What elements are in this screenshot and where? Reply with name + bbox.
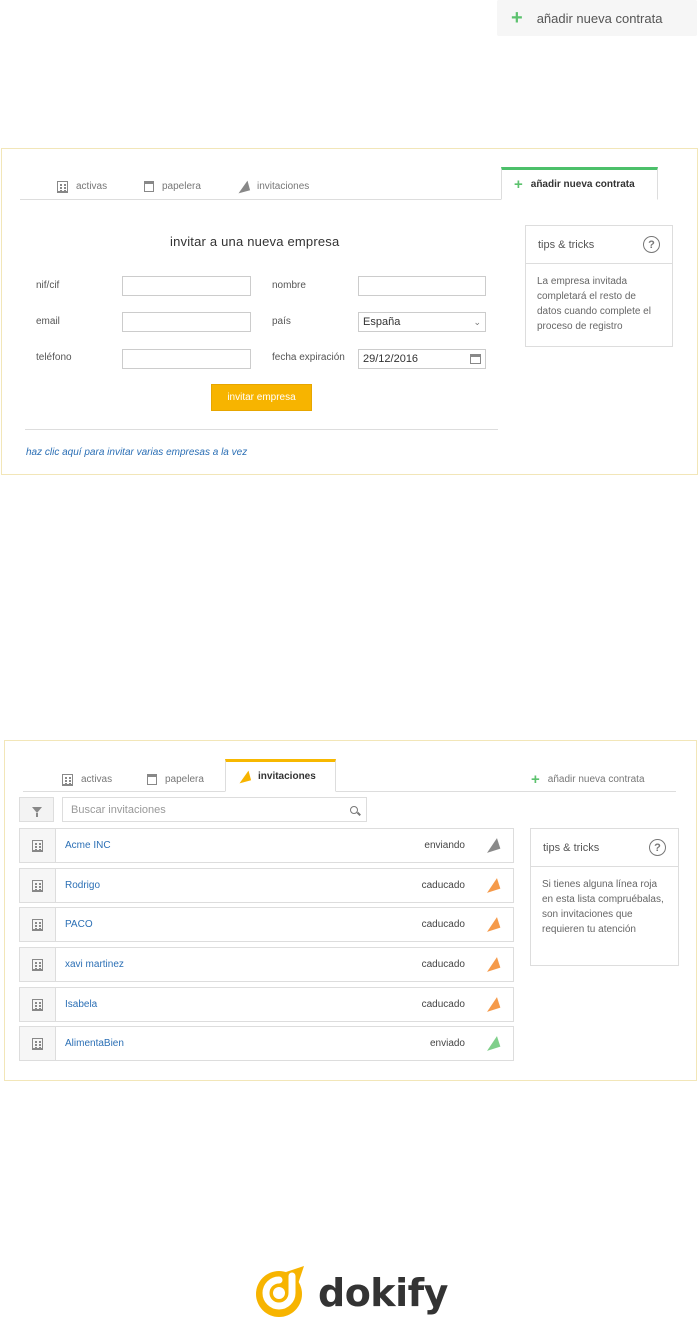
plus-icon: +	[531, 771, 540, 788]
trash-icon	[144, 181, 154, 192]
telefono-label: teléfono	[36, 352, 72, 363]
invitation-row[interactable]: AlimentaBien enviado	[19, 1026, 514, 1061]
tab-papelera[interactable]: papelera	[135, 766, 216, 793]
status-text: caducado	[421, 999, 465, 1010]
filter-icon	[31, 806, 42, 817]
tab-invitaciones[interactable]: invitaciones	[225, 173, 321, 200]
add-contractor-label: añadir nueva contrata	[536, 10, 663, 26]
help-icon[interactable]: ?	[649, 839, 666, 856]
divider	[25, 429, 498, 430]
filter-button[interactable]	[19, 797, 54, 822]
tab-activas[interactable]: activas	[50, 766, 124, 793]
tab-add-contractor[interactable]: + añadir nueva contrata	[501, 167, 658, 200]
search-icon[interactable]	[350, 805, 358, 814]
add-contractor-top-button[interactable]: + añadir nueva contrata	[497, 0, 697, 36]
paper-plane-icon[interactable]	[483, 917, 501, 932]
company-name-link[interactable]: PACO	[56, 919, 422, 930]
pais-select[interactable]: España ⌄	[358, 312, 486, 332]
status-text: caducado	[421, 919, 465, 930]
tab-papelera[interactable]: papelera	[132, 173, 213, 200]
nombre-input[interactable]	[358, 276, 486, 296]
company-name-link[interactable]: AlimentaBien	[56, 1038, 430, 1049]
building-icon	[32, 1037, 43, 1050]
calendar-icon	[470, 354, 481, 364]
tab-add-contractor[interactable]: + añadir nueva contrata	[519, 766, 657, 793]
plus-icon: +	[511, 6, 523, 29]
building-icon	[57, 180, 68, 193]
building-icon	[32, 839, 43, 852]
fecha-label: fecha expiración	[272, 352, 345, 363]
tips-text: La empresa invitada completará el resto …	[537, 276, 651, 332]
tab-invitaciones[interactable]: invitaciones	[225, 759, 336, 792]
company-name-link[interactable]: Acme INC	[56, 840, 424, 851]
company-name-link[interactable]: Isabela	[56, 999, 422, 1010]
tab-bar: activas papelera invitaciones + añadir n…	[23, 741, 676, 792]
paper-plane-icon	[236, 770, 252, 783]
building-icon	[32, 918, 43, 931]
nif-label: nif/cif	[36, 280, 60, 291]
paper-plane-icon[interactable]	[483, 1036, 501, 1051]
invite-company-button[interactable]: invitar empresa	[211, 384, 312, 411]
paper-plane-icon[interactable]	[483, 957, 501, 972]
chevron-down-icon: ⌄	[473, 316, 481, 327]
invitation-row[interactable]: PACO caducado	[19, 907, 514, 942]
brand-name: dokify	[318, 1271, 448, 1315]
tab-bar: activas papelera invitaciones + añadir n…	[20, 149, 658, 200]
status-text: enviando	[424, 840, 465, 851]
invitation-row[interactable]: Acme INC enviando	[19, 828, 514, 863]
email-label: email	[36, 316, 60, 327]
nombre-label: nombre	[272, 280, 306, 291]
dokify-logo-mark	[256, 1266, 304, 1317]
paper-plane-icon[interactable]	[483, 997, 501, 1012]
building-icon	[32, 879, 43, 892]
status-text: caducado	[421, 880, 465, 891]
invitation-row[interactable]: Rodrigo caducado	[19, 868, 514, 903]
plus-icon: +	[514, 176, 523, 193]
pais-label: país	[272, 316, 291, 327]
building-icon	[62, 773, 73, 786]
tips-title: tips & tricks	[543, 841, 600, 854]
trash-icon	[147, 774, 157, 785]
dokify-logo: dokify	[252, 1266, 448, 1320]
telefono-input[interactable]	[122, 349, 251, 369]
status-text: caducado	[421, 959, 465, 970]
help-icon[interactable]: ?	[643, 236, 660, 253]
fecha-input[interactable]: 29/12/2016	[358, 349, 486, 369]
company-name-link[interactable]: Rodrigo	[56, 880, 422, 891]
tips-box: tips & tricks ? Si tienes alguna línea r…	[530, 828, 679, 966]
building-icon	[32, 958, 43, 971]
form-title: invitar a una nueva empresa	[170, 234, 340, 249]
email-input[interactable]	[122, 312, 251, 332]
paper-plane-icon[interactable]	[483, 838, 501, 853]
paper-plane-icon	[235, 180, 251, 193]
tips-box: tips & tricks ? La empresa invitada comp…	[525, 225, 673, 347]
tab-activas[interactable]: activas	[45, 173, 119, 200]
company-name-link[interactable]: xavi martinez	[56, 959, 422, 970]
invitation-row[interactable]: Isabela caducado	[19, 987, 514, 1022]
search-input[interactable]: Buscar invitaciones	[62, 797, 367, 822]
status-text: enviado	[429, 1038, 465, 1049]
tips-title: tips & tricks	[538, 238, 595, 251]
search-placeholder: Buscar invitaciones	[71, 803, 166, 816]
building-icon	[32, 998, 43, 1011]
nif-input[interactable]	[122, 276, 251, 296]
invitation-row[interactable]: xavi martinez caducado	[19, 947, 514, 982]
paper-plane-icon[interactable]	[483, 878, 501, 893]
tips-text: Si tienes alguna línea roja en esta list…	[542, 879, 664, 935]
invite-multiple-link[interactable]: haz clic aquí para invitar varias empres…	[26, 447, 247, 458]
